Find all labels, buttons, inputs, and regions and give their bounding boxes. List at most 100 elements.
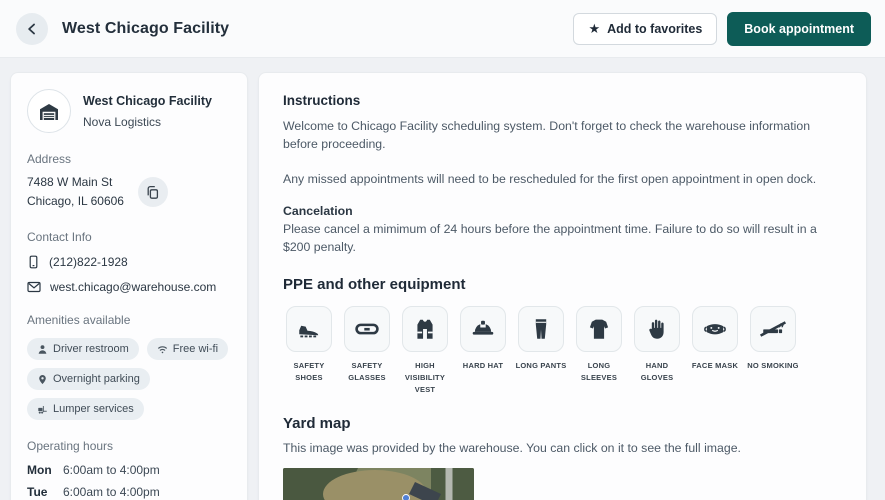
phone-row: (212)822-1928 <box>27 255 231 269</box>
top-bar: West Chicago Facility ★ Add to favorites… <box>0 0 885 58</box>
content-area: West Chicago Facility Nova Logistics Add… <box>0 58 885 500</box>
amenities-list: Driver restroom Free wi-fi Overnight par… <box>27 338 231 421</box>
contact-label: Contact Info <box>27 230 92 245</box>
ppe-tile <box>518 306 564 353</box>
avatar <box>27 89 71 133</box>
ppe-label: FACE MASK <box>691 361 739 371</box>
ppe-item-long-pants: LONG PANTS <box>515 306 567 396</box>
ppe-item-no-smoking: NO SMOKING <box>747 306 799 396</box>
ppe-item-high-visibility-vest: HIGH VISIBILITY VEST <box>399 306 451 396</box>
safety-shoes-icon <box>296 316 322 342</box>
copy-icon <box>145 185 160 200</box>
safety-glasses-icon <box>354 316 380 342</box>
person-icon <box>37 344 48 355</box>
hours-row: Mon 6:00am to 4:00pm <box>27 463 231 477</box>
warehouse-icon <box>38 100 60 122</box>
forklift-icon <box>37 404 48 415</box>
facility-company: Nova Logistics <box>83 114 162 129</box>
ppe-item-hard-hat: HARD HAT <box>457 306 509 396</box>
cancelation-title: Cancelation <box>283 204 353 219</box>
wifi-icon <box>157 344 168 355</box>
add-to-favorites-label: Add to favorites <box>607 21 703 36</box>
amenity-chip-driver-restroom: Driver restroom <box>27 338 139 361</box>
no-smoking-icon <box>760 316 786 342</box>
hours-time: 6:00am to 4:00pm <box>63 463 160 478</box>
email-icon <box>27 281 41 293</box>
instructions-paragraph-1: Welcome to Chicago Facility scheduling s… <box>283 119 811 151</box>
ppe-tile <box>750 306 796 353</box>
operating-hours-label: Operating hours <box>27 439 114 454</box>
facility-header: West Chicago Facility Nova Logistics <box>27 89 231 133</box>
ppe-label: HARD HAT <box>462 361 504 371</box>
ppe-tile <box>460 306 506 353</box>
satellite-map: Cummings Aerospace DRS Technologies Reds… <box>283 468 474 500</box>
hours-row: Tue 6:00am to 4:00pm <box>27 485 231 499</box>
hours-day: Tue <box>27 485 48 500</box>
book-appointment-button[interactable]: Book appointment <box>727 11 871 46</box>
star-icon: ★ <box>588 21 601 36</box>
page-title: West Chicago Facility <box>62 19 230 37</box>
long-pants-icon <box>528 316 554 342</box>
copy-address-button[interactable] <box>137 177 168 208</box>
facility-info-card: West Chicago Facility Nova Logistics Add… <box>10 72 248 500</box>
ppe-title: PPE and other equipment <box>283 276 466 294</box>
amenity-label: Driver restroom <box>53 343 129 356</box>
ppe-label: HIGH VISIBILITY VEST <box>404 361 446 395</box>
ppe-tile <box>344 306 390 353</box>
address-line2: Chicago, IL 60606 <box>27 194 124 209</box>
cancelation-text: Please cancel a mimimum of 24 hours befo… <box>283 222 817 255</box>
ppe-tile <box>576 306 622 353</box>
ppe-label: LONG SLEEVES <box>580 361 618 383</box>
ppe-label: SAFETY GLASSES <box>348 361 386 383</box>
facility-identity: West Chicago Facility Nova Logistics <box>83 93 212 129</box>
ppe-label: NO SMOKING <box>747 361 799 371</box>
yard-map-title: Yard map <box>283 415 351 433</box>
address-text: 7488 W Main St Chicago, IL 60606 <box>27 173 124 211</box>
ppe-item-safety-shoes: SAFETY SHOES <box>283 306 335 396</box>
instructions-title: Instructions <box>283 93 361 108</box>
ppe-list: SAFETY SHOES SAFETY GLASSES HIGH VISIBIL… <box>283 306 842 396</box>
phone-icon <box>27 255 40 269</box>
ppe-item-long-sleeves: LONG SLEEVES <box>573 306 625 396</box>
email-address: west.chicago@warehouse.com <box>50 280 217 295</box>
ppe-item-safety-glasses: SAFETY GLASSES <box>341 306 393 396</box>
amenity-chip-overnight-parking: Overnight parking <box>27 368 150 391</box>
map-pin-icon <box>37 374 48 385</box>
hard-hat-icon <box>470 316 496 342</box>
face-mask-icon <box>702 316 728 342</box>
ppe-tile <box>692 306 738 353</box>
yard-map-image[interactable]: Cummings Aerospace DRS Technologies Reds… <box>283 468 474 500</box>
chevron-left-icon <box>23 20 41 38</box>
ppe-label: SAFETY SHOES <box>293 361 325 383</box>
hours-day: Mon <box>27 463 52 478</box>
long-sleeves-icon <box>586 316 612 342</box>
facility-details-card: Instructions Welcome to Chicago Facility… <box>258 72 867 500</box>
yard-map-caption: This image was provided by the warehouse… <box>283 441 741 456</box>
facility-name: West Chicago Facility <box>83 94 212 109</box>
hand-gloves-icon <box>644 316 670 342</box>
back-button[interactable] <box>16 12 48 45</box>
ppe-tile <box>402 306 448 353</box>
hours-time: 6:00am to 4:00pm <box>63 485 160 500</box>
email-row: west.chicago@warehouse.com <box>27 280 231 294</box>
operating-hours-table: Mon 6:00am to 4:00pm Tue 6:00am to 4:00p… <box>27 463 231 500</box>
ppe-item-hand-gloves: HAND GLOVES <box>631 306 683 396</box>
ppe-tile <box>634 306 680 353</box>
ppe-tile <box>286 306 332 353</box>
amenity-label: Lumper services <box>53 403 134 416</box>
amenity-label: Overnight parking <box>53 373 140 386</box>
address-line1: 7488 W Main St <box>27 175 113 189</box>
topbar-actions: ★ Add to favorites Book appointment <box>573 11 871 46</box>
high-visibility-vest-icon <box>412 316 438 342</box>
instructions-paragraph-2: Any missed appointments will need to be … <box>283 171 817 186</box>
ppe-label: LONG PANTS <box>515 361 567 371</box>
amenities-label: Amenities available <box>27 313 131 328</box>
amenity-chip-lumper-services: Lumper services <box>27 398 144 421</box>
amenity-label: Free wi-fi <box>172 343 219 356</box>
address-label: Address <box>27 152 72 166</box>
ppe-item-face-mask: FACE MASK <box>689 306 741 396</box>
ppe-label: HAND GLOVES <box>640 361 674 383</box>
address-row: 7488 W Main St Chicago, IL 60606 <box>27 173 231 211</box>
add-to-favorites-button[interactable]: ★ Add to favorites <box>573 12 718 45</box>
amenity-chip-free-wifi: Free wi-fi <box>146 338 229 361</box>
